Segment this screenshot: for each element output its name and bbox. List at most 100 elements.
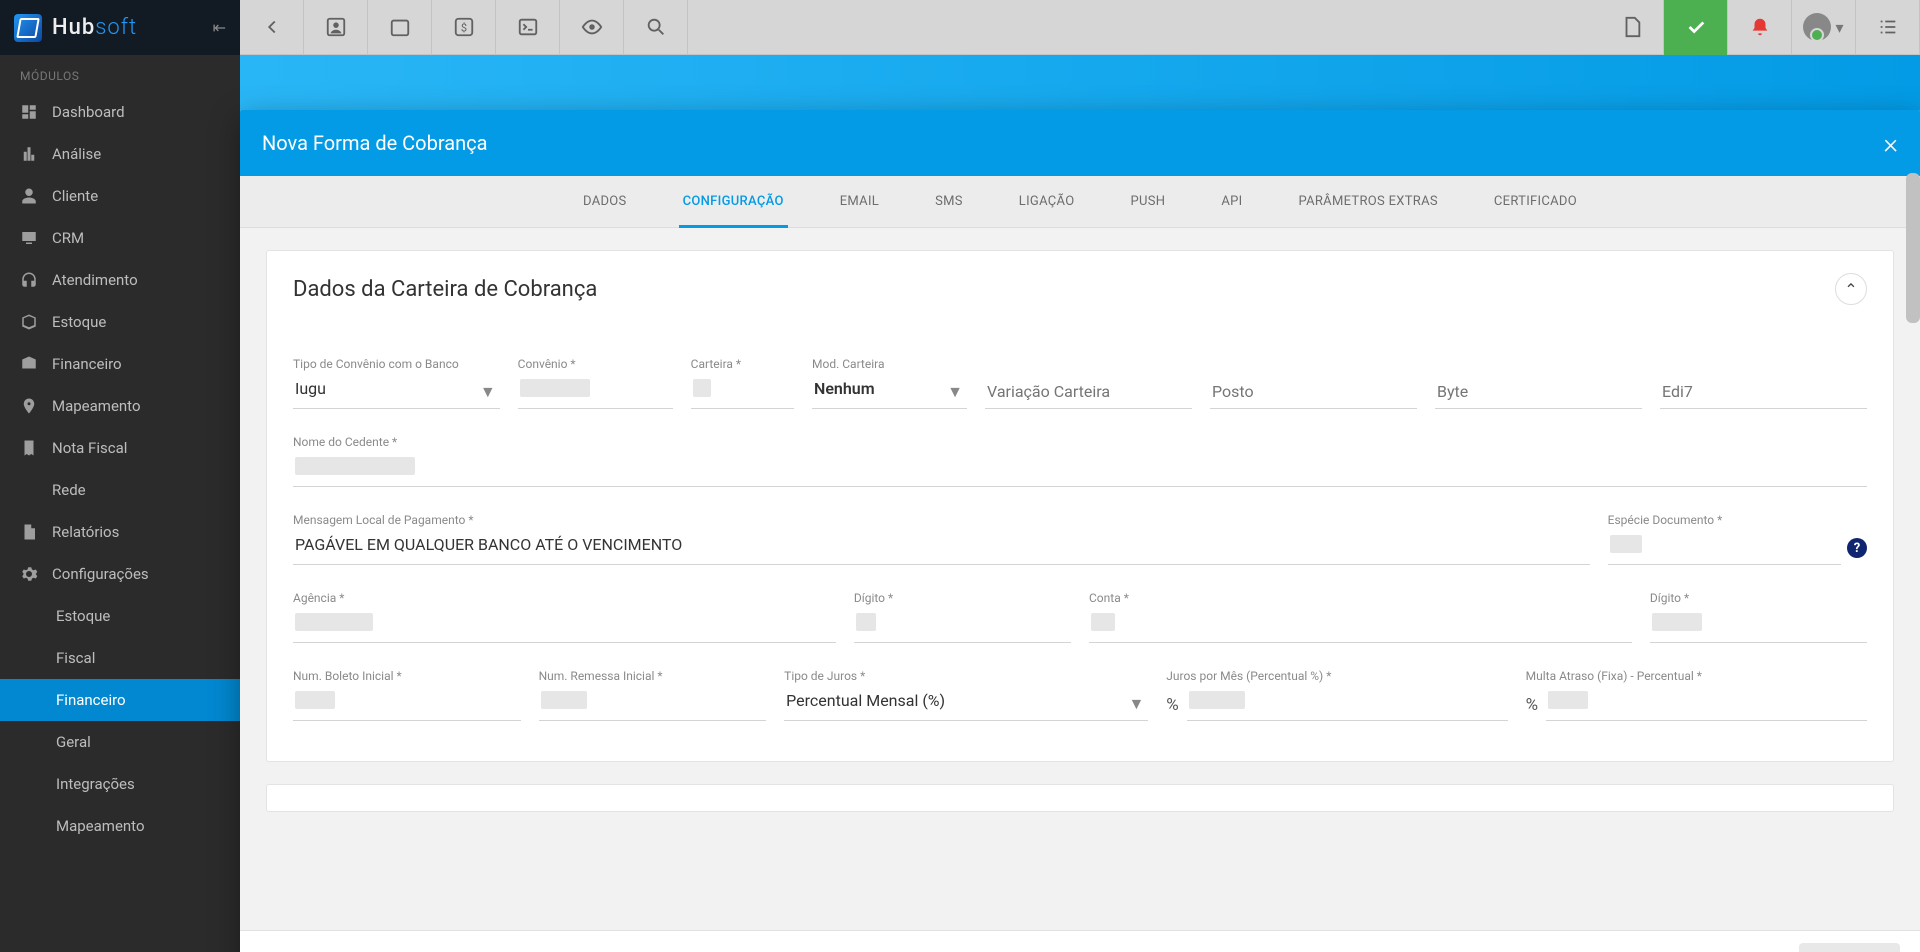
tab-ligacao[interactable]: LIGAÇÃO (1015, 176, 1079, 227)
lbl-nome-cedente: Nome do Cedente * (293, 435, 1867, 449)
sidebar-sub-geral[interactable]: Geral (0, 721, 240, 763)
sidebar-item-financeiro[interactable]: Financeiro (0, 343, 240, 385)
save-button[interactable]: SALVAR (1799, 943, 1900, 952)
wallet-icon (20, 355, 38, 373)
topbar: $ ▾ (240, 0, 1920, 55)
tab-dados[interactable]: DADOS (579, 176, 631, 227)
input-nome-cedente[interactable] (293, 453, 1867, 487)
lbl-juros-mes: Juros por Mês (Percentual %) * (1166, 669, 1507, 683)
sidebar-sub-mapeamento[interactable]: Mapeamento (0, 805, 240, 847)
select-tipo-juros[interactable]: Percentual Mensal (%) ▼ (784, 687, 1148, 721)
select-mod-carteira[interactable]: Nenhum ▼ (812, 375, 967, 409)
sidebar-item-rede[interactable]: Rede (0, 469, 240, 511)
sidebar-item-dashboard[interactable]: Dashboard (0, 91, 240, 133)
input-conta[interactable] (1089, 609, 1632, 643)
sidebar-sub-integracoes[interactable]: Integrações (0, 763, 240, 805)
lbl-tipo-juros: Tipo de Juros * (784, 669, 1148, 683)
calendar-button[interactable] (368, 0, 432, 55)
tab-push[interactable]: PUSH (1127, 176, 1170, 227)
input-convenio[interactable] (518, 375, 673, 409)
document-icon (20, 523, 38, 541)
monitor-icon (20, 229, 38, 247)
modal-footer: SALVAR (240, 930, 1920, 952)
input-msg-pagamento[interactable]: PAGÁVEL EM QUALQUER BANCO ATÉ O VENCIMEN… (293, 531, 1590, 565)
user-menu-button[interactable]: ▾ (1792, 0, 1856, 55)
pdf-icon (1621, 16, 1643, 38)
sidebar-item-cliente[interactable]: Cliente (0, 175, 240, 217)
chart-icon (20, 145, 38, 163)
calendar-icon (389, 16, 411, 38)
modal-overlay: Nova Forma de Cobrança × DADOS CONFIGURA… (240, 55, 1920, 952)
layout-toggle-button[interactable] (1856, 0, 1920, 55)
brand-text: Hubsoft (52, 15, 137, 40)
tab-configuracao[interactable]: CONFIGURAÇÃO (679, 176, 788, 227)
lbl-conta: Conta * (1089, 591, 1632, 605)
eye-button[interactable] (560, 0, 624, 55)
select-tipo-convenio[interactable]: Iugu ▼ (293, 375, 500, 409)
avatar-icon (1803, 13, 1831, 41)
arrow-left-icon (261, 16, 283, 38)
input-num-boleto[interactable] (293, 687, 521, 721)
page-background: Ações AÇÕES AÇÕES AÇÕES AÇÕES AÇÕES AÇÕE… (240, 55, 1920, 952)
brand-bar: Hubsoft ⇤ (0, 0, 240, 55)
back-button[interactable] (240, 0, 304, 55)
sidebar-item-estoque[interactable]: Estoque (0, 301, 240, 343)
lbl-num-remessa: Num. Remessa Inicial * (539, 669, 767, 683)
sidebar-item-atendimento[interactable]: Atendimento (0, 259, 240, 301)
tab-parametros[interactable]: PARÂMETROS EXTRAS (1294, 176, 1441, 227)
check-icon (1685, 16, 1707, 38)
modal-scrollbar[interactable] (1906, 173, 1920, 323)
search-button[interactable] (624, 0, 688, 55)
input-posto[interactable] (1210, 375, 1417, 409)
modal-header: Nova Forma de Cobrança × (240, 110, 1920, 176)
input-digito-agencia[interactable] (854, 609, 1071, 643)
sidebar-item-analise[interactable]: Análise (0, 133, 240, 175)
sidebar-sub-financeiro[interactable]: Financeiro (0, 679, 240, 721)
sidebar-item-relatorios[interactable]: Relatórios (0, 511, 240, 553)
notifications-button[interactable] (1728, 0, 1792, 55)
person-box-icon (325, 16, 347, 38)
terminal-button[interactable] (496, 0, 560, 55)
search-icon (645, 16, 667, 38)
person-button[interactable] (304, 0, 368, 55)
tab-certificado[interactable]: CERTIFICADO (1490, 176, 1581, 227)
sidebar-item-notafiscal[interactable]: Nota Fiscal (0, 427, 240, 469)
lbl-convenio: Convênio * (518, 357, 673, 371)
tab-sms[interactable]: SMS (931, 176, 967, 227)
input-especie-doc[interactable] (1608, 531, 1841, 565)
input-byte[interactable] (1435, 375, 1642, 409)
pdf-button[interactable] (1600, 0, 1664, 55)
input-carteira[interactable] (691, 375, 794, 409)
status-ok-button[interactable] (1664, 0, 1728, 55)
sidebar-sub-fiscal[interactable]: Fiscal (0, 637, 240, 679)
sidebar-item-crm[interactable]: CRM (0, 217, 240, 259)
lbl-carteira: Carteira * (691, 357, 794, 371)
input-agencia[interactable] (293, 609, 836, 643)
lbl-digito-agencia: Dígito * (854, 591, 1071, 605)
panel-header: Dados da Carteira de Cobrança ⌃ (267, 251, 1893, 327)
panel-collapse-button[interactable]: ⌃ (1835, 273, 1867, 305)
sidebar-item-config[interactable]: Configurações (0, 553, 240, 595)
receipt-icon (20, 439, 38, 457)
panel-collapsed-next[interactable] (266, 784, 1894, 812)
person-icon (20, 187, 38, 205)
modal-close-button[interactable]: × (1883, 127, 1898, 160)
input-edi7[interactable] (1660, 375, 1867, 409)
money-button[interactable]: $ (432, 0, 496, 55)
input-num-remessa[interactable] (539, 687, 767, 721)
panel-carteira: Dados da Carteira de Cobrança ⌃ Tipo de … (266, 250, 1894, 762)
modal: Nova Forma de Cobrança × DADOS CONFIGURA… (240, 110, 1920, 952)
sidebar-sub-estoque[interactable]: Estoque (0, 595, 240, 637)
help-icon[interactable]: ? (1847, 538, 1867, 558)
input-juros-mes[interactable] (1187, 687, 1508, 721)
sidebar-item-mapeamento[interactable]: Mapeamento (0, 385, 240, 427)
tab-email[interactable]: EMAIL (836, 176, 883, 227)
input-variacao[interactable] (985, 375, 1192, 409)
tab-api[interactable]: API (1217, 176, 1246, 227)
sidebar-section-label: MÓDULOS (0, 55, 240, 91)
sidebar-collapse-icon[interactable]: ⇤ (213, 18, 226, 37)
input-multa[interactable] (1546, 687, 1867, 721)
map-pin-icon (20, 397, 38, 415)
input-digito-conta[interactable] (1650, 609, 1867, 643)
lbl-msg-pagamento: Mensagem Local de Pagamento * (293, 513, 1590, 527)
